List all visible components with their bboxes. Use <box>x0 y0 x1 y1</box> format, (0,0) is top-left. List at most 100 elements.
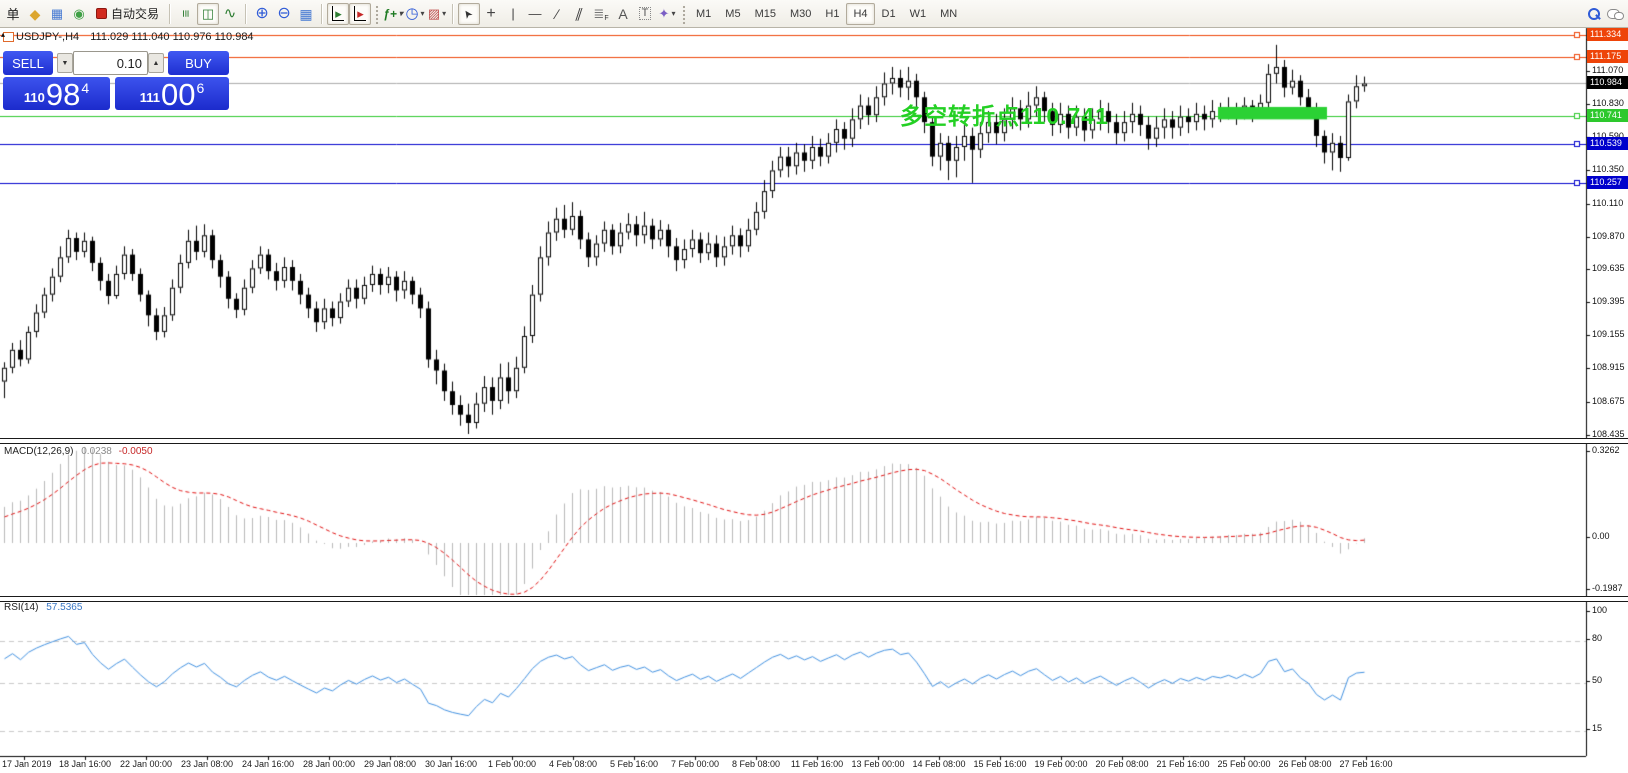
price-tick-label: 109.395 <box>1592 296 1625 306</box>
indicators-icon[interactable]: ƒ+▾ <box>382 3 404 25</box>
time-axis-label: 5 Feb 16:00 <box>610 759 658 769</box>
buy-price-main: 00 <box>161 82 195 108</box>
timeframe-h1[interactable]: H1 <box>818 3 846 25</box>
rsi-axis-label: 15 <box>1592 723 1602 733</box>
auto-trading-button[interactable]: 自动交易 <box>90 3 165 25</box>
cursor-icon[interactable]: ➤ <box>458 3 480 25</box>
timeframe-w1[interactable]: W1 <box>903 3 934 25</box>
price-tag-110.984: 110.984 <box>1587 76 1628 89</box>
sell-button[interactable]: SELL <box>3 51 53 75</box>
order-menu[interactable]: 单 <box>2 3 24 25</box>
sell-price-pip: 4 <box>81 80 89 96</box>
dropdown-caret-icon[interactable]: ▾ <box>671 9 675 18</box>
macd-signal-value: -0.0050 <box>119 446 153 457</box>
crosshair-icon[interactable]: + <box>480 3 502 25</box>
macd-axis-label: 0.00 <box>1592 531 1610 541</box>
auto-scroll-icon[interactable]: ▸ <box>327 3 349 25</box>
chart-symbol-period: USDJPY-,H4 <box>16 31 79 43</box>
timeframe-mn[interactable]: MN <box>933 3 964 25</box>
timeframe-d1[interactable]: D1 <box>875 3 903 25</box>
channel-icon[interactable]: ∥ <box>568 3 590 25</box>
toolbar-separator <box>452 4 454 24</box>
rsi-value: 57.5365 <box>46 602 82 613</box>
buy-button[interactable]: BUY <box>168 51 229 75</box>
chat-icon[interactable] <box>1604 3 1626 25</box>
search-icon[interactable] <box>1582 3 1604 25</box>
text-icon[interactable]: A <box>612 3 634 25</box>
time-axis-label: 21 Feb 16:00 <box>1156 759 1209 769</box>
sell-price-prefix: 110 <box>24 90 45 105</box>
timeframe-m30[interactable]: M30 <box>783 3 818 25</box>
volume-field[interactable]: 0.10 <box>73 51 148 75</box>
timeframe-m15[interactable]: M15 <box>748 3 783 25</box>
price-tick-label: 109.870 <box>1592 231 1625 241</box>
zoom-in-icon[interactable]: ⊕ <box>251 3 273 25</box>
timeframe-m1[interactable]: M1 <box>689 3 718 25</box>
signals-icon[interactable]: ◉ <box>68 3 90 25</box>
zoom-out-icon[interactable]: ⊖ <box>273 3 295 25</box>
main-toolbar: 单◆▦◉自动交易≡◫∿⊕⊖▦▸▸ƒ+▾◷▾▨▾➤+|—∕∥≣AT✦▾M1M5M1… <box>0 0 1628 28</box>
price-tick-label: 109.155 <box>1592 329 1625 339</box>
time-axis-label: 28 Jan 00:00 <box>303 759 355 769</box>
horizontal-line-icon[interactable]: — <box>524 3 546 25</box>
pane-splitter[interactable] <box>0 438 1628 444</box>
chart-title: USDJPY-,H4 111.029 111.040 110.976 110.9… <box>16 31 254 43</box>
price-tag-110.539: 110.539 <box>1587 137 1628 150</box>
vertical-line-icon[interactable]: | <box>502 3 524 25</box>
buy-price-pip: 6 <box>196 80 204 96</box>
price-tag-111.334: 111.334 <box>1587 28 1628 41</box>
time-axis-label: 25 Feb 00:00 <box>1217 759 1270 769</box>
bar-chart-icon[interactable]: ≡ <box>175 3 197 25</box>
chart-area[interactable] <box>0 0 1628 773</box>
time-axis-label: 26 Feb 08:00 <box>1278 759 1331 769</box>
rsi-indicator-label: RSI(14) 57.5365 <box>4 602 82 613</box>
trendline-icon[interactable]: ∕ <box>546 3 568 25</box>
dropdown-caret-icon[interactable]: ▾ <box>442 9 446 18</box>
time-axis-label: 20 Feb 08:00 <box>1095 759 1148 769</box>
trading-platform-window: 单◆▦◉自动交易≡◫∿⊕⊖▦▸▸ƒ+▾◷▾▨▾➤+|—∕∥≣AT✦▾M1M5M1… <box>0 0 1628 773</box>
volume-increase-button[interactable]: ▲ <box>148 53 164 73</box>
buy-price-prefix: 111 <box>140 90 160 105</box>
arrows-icon[interactable]: ✦▾ <box>656 3 678 25</box>
new-chart-icon[interactable]: ▦ <box>46 3 68 25</box>
fibonacci-icon[interactable]: ≣ <box>590 3 612 25</box>
time-axis-label: 8 Feb 08:00 <box>732 759 780 769</box>
price-tick-label: 111.070 <box>1592 65 1623 75</box>
price-tick-label: 110.110 <box>1592 198 1623 208</box>
periods-icon[interactable]: ◷▾ <box>404 3 426 25</box>
timeframe-m5[interactable]: M5 <box>718 3 747 25</box>
macd-indicator-label: MACD(12,26,9) 0.0238 -0.0050 <box>4 446 153 457</box>
volume-decrease-button[interactable]: ▼ <box>57 53 73 73</box>
candlestick-chart-icon[interactable]: ◫ <box>197 3 219 25</box>
time-axis-label: 29 Jan 08:00 <box>364 759 416 769</box>
tile-windows-icon[interactable]: ▦ <box>295 3 317 25</box>
macd-axis-label: 0.3262 <box>1592 445 1620 455</box>
toolbar-drag-handle[interactable] <box>374 4 379 24</box>
time-axis-label: 1 Feb 00:00 <box>488 759 536 769</box>
price-tick-label: 108.915 <box>1592 362 1625 372</box>
sell-price-display: 110 98 4 <box>3 77 110 110</box>
chart-ohlc-quotes: 111.029 111.040 110.976 110.984 <box>90 31 253 43</box>
time-axis-label: 24 Jan 16:00 <box>242 759 294 769</box>
dropdown-caret-icon[interactable]: ▾ <box>421 9 425 18</box>
time-axis-label: 17 Jan 2019 <box>2 759 52 769</box>
time-axis-label: 19 Feb 00:00 <box>1034 759 1087 769</box>
new-order-icon[interactable]: ◆ <box>24 3 46 25</box>
price-tag-110.257: 110.257 <box>1587 176 1628 189</box>
rsi-axis-label: 50 <box>1592 675 1602 685</box>
macd-axis-label: -0.1987 <box>1592 583 1623 593</box>
line-chart-icon[interactable]: ∿ <box>219 3 241 25</box>
price-tag-111.175: 111.175 <box>1587 50 1628 63</box>
templates-icon[interactable]: ▨▾ <box>426 3 448 25</box>
time-axis-label: 13 Feb 00:00 <box>851 759 904 769</box>
time-axis-label: 22 Jan 00:00 <box>120 759 172 769</box>
macd-main-value: 0.0238 <box>81 446 112 457</box>
toolbar-separator <box>245 4 247 24</box>
text-label-icon[interactable]: T <box>634 3 656 25</box>
timeframe-h4[interactable]: H4 <box>846 3 874 25</box>
chart-shift-icon[interactable]: ▸ <box>349 3 371 25</box>
toolbar-drag-handle[interactable] <box>681 4 686 24</box>
dropdown-caret-icon[interactable]: ▾ <box>399 9 403 18</box>
pane-splitter[interactable] <box>0 596 1628 602</box>
buy-price-display: 111 00 6 <box>115 77 229 110</box>
